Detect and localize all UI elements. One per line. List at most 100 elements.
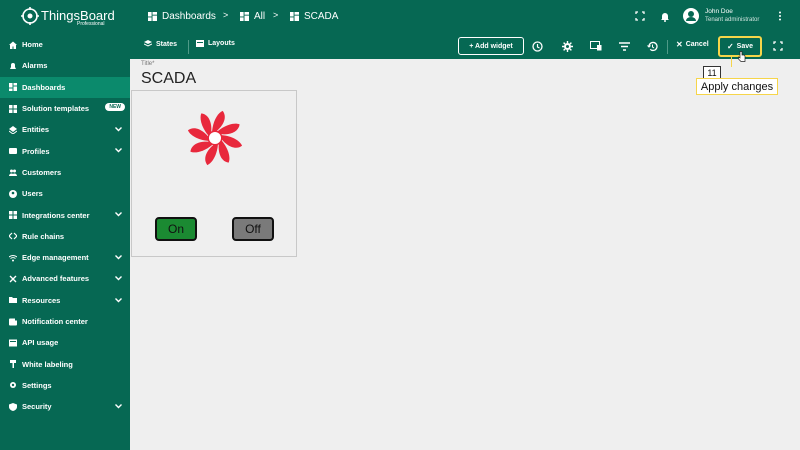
dashboard-icon [148, 12, 157, 21]
sidebar-item-home[interactable]: Home [0, 34, 130, 55]
save-label: Save [736, 43, 754, 50]
callout-label: Apply changes [696, 78, 778, 95]
sidebar: ThingsBoard Professional Home Alarms Dashb… [0, 0, 130, 450]
cancel-button[interactable]: ✕ Cancel [676, 40, 709, 49]
sidebar-item-label: Rule chains [22, 231, 65, 241]
sidebar-item-label: Integrations center [22, 210, 90, 220]
sidebar-item-edge-management[interactable]: Edge management [0, 247, 130, 268]
sidebar-item-label: Notification center [22, 317, 88, 326]
title-field-label: Title* [141, 61, 155, 67]
breadcrumb-separator: > [223, 10, 229, 20]
new-badge: NEW [105, 102, 125, 111]
filter-icon[interactable] [618, 40, 630, 52]
sidebar-item-label: API usage [22, 338, 59, 348]
sidebar-item-alarms[interactable]: Alarms [0, 55, 130, 76]
sidebar-item-settings[interactable]: Settings [0, 375, 130, 396]
sidebar-item-customers[interactable]: Customers [0, 162, 130, 183]
breadcrumb-current: SCADA [290, 11, 338, 22]
sidebar-item-profiles[interactable]: Profiles [0, 140, 130, 161]
sidebar-item-white-labeling[interactable]: White labeling [0, 353, 130, 374]
states-label: States [156, 40, 178, 48]
users-icon [9, 189, 17, 198]
sidebar-item-notification-center[interactable]: Notification center [0, 311, 130, 332]
avatar[interactable] [683, 8, 699, 24]
breadcrumb-label: SCADA [304, 11, 339, 22]
add-widget-button[interactable]: + Add widget [458, 37, 524, 55]
thingsboard-logo-icon [21, 7, 39, 25]
layout-icon [196, 40, 204, 47]
dashboard-icon [290, 12, 299, 21]
chevron-down-icon[interactable] [115, 273, 122, 283]
toolbar-divider [188, 40, 189, 54]
fullscreen-icon[interactable] [772, 40, 784, 52]
sidebar-item-dashboards[interactable]: Dashboards [0, 76, 130, 98]
sidebar-item-entities[interactable]: Entities [0, 119, 130, 140]
toolbar-divider [667, 40, 668, 54]
breadcrumb-all[interactable]: All [240, 11, 265, 22]
logo[interactable]: ThingsBoard Professional [0, 0, 130, 34]
sidebar-item-label: Customers [22, 167, 62, 177]
sidebar-item-label: Edge management [22, 253, 89, 263]
layers-icon [144, 40, 152, 47]
sidebar-item-label: White labeling [22, 359, 73, 369]
cancel-label: Cancel [685, 41, 709, 48]
sidebar-item-advanced-features[interactable]: Advanced features [0, 268, 130, 289]
top-header: Dashboards > All > SCADA John Doe Tenant… [130, 0, 800, 34]
gear-icon[interactable] [561, 40, 573, 52]
edge-icon [9, 254, 17, 262]
clock-icon[interactable] [531, 40, 543, 52]
sidebar-item-label: Entities [22, 125, 50, 135]
dashboard-icon [240, 12, 249, 21]
on-button[interactable]: On [155, 217, 197, 241]
chevron-down-icon[interactable] [115, 295, 122, 305]
sidebar-nav: Home Alarms Dashboards Solution templates NE… [0, 34, 130, 417]
home-icon [9, 41, 17, 49]
sidebar-item-label: Dashboards [22, 82, 66, 92]
sidebar-item-label: Settings [22, 380, 52, 390]
dashboard-title-input[interactable]: SCADA [141, 70, 196, 88]
scada-widget[interactable]: On Off [131, 90, 297, 257]
chevron-down-icon[interactable] [115, 252, 122, 262]
notification-icon [9, 317, 17, 326]
shield-icon [9, 402, 17, 411]
check-icon: ✓ [726, 42, 734, 51]
sidebar-item-security[interactable]: Security [0, 396, 130, 417]
history-icon[interactable] [646, 40, 658, 52]
more-vert-icon[interactable] [774, 10, 786, 22]
breadcrumb-dashboards[interactable]: Dashboards [148, 11, 216, 22]
chevron-down-icon[interactable] [115, 145, 122, 155]
api-icon [9, 339, 17, 347]
fan-icon [187, 110, 243, 166]
sidebar-item-label: Alarms [22, 61, 48, 71]
brand-sub: Professional [77, 21, 105, 27]
brush-icon [9, 360, 17, 369]
states-button[interactable]: States [144, 40, 177, 48]
sidebar-item-solution-templates[interactable]: Solution templates NEW [0, 98, 130, 119]
breadcrumb-label: Dashboards [162, 11, 216, 22]
sidebar-item-label: Advanced features [22, 274, 90, 284]
sidebar-item-resources[interactable]: Resources [0, 290, 130, 311]
templates-icon [9, 104, 17, 113]
off-button[interactable]: Off [232, 217, 274, 241]
sidebar-item-users[interactable]: Users [0, 183, 130, 204]
rule-chains-icon [9, 232, 17, 240]
sidebar-item-api-usage[interactable]: API usage [0, 332, 130, 353]
layouts-button[interactable]: Layouts [196, 40, 235, 47]
sidebar-item-rule-chains[interactable]: Rule chains [0, 226, 130, 247]
cursor-icon [738, 51, 746, 62]
devices-icon[interactable] [590, 40, 602, 52]
user-role: Tenant administrator [705, 17, 760, 23]
chevron-down-icon[interactable] [115, 209, 122, 219]
sidebar-item-label: Resources [22, 295, 61, 305]
dashboard-icon [9, 83, 17, 92]
layouts-label: Layouts [208, 40, 235, 47]
gear-icon [9, 381, 17, 389]
bell-icon[interactable] [659, 10, 671, 22]
chevron-down-icon[interactable] [115, 401, 122, 411]
sidebar-item-integrations-center[interactable]: Integrations center [0, 204, 130, 225]
account-icon [686, 11, 696, 21]
sidebar-item-label: Solution templates [22, 104, 90, 114]
fullscreen-icon[interactable] [634, 10, 646, 22]
close-icon: ✕ [676, 40, 683, 49]
chevron-down-icon[interactable] [115, 124, 122, 134]
